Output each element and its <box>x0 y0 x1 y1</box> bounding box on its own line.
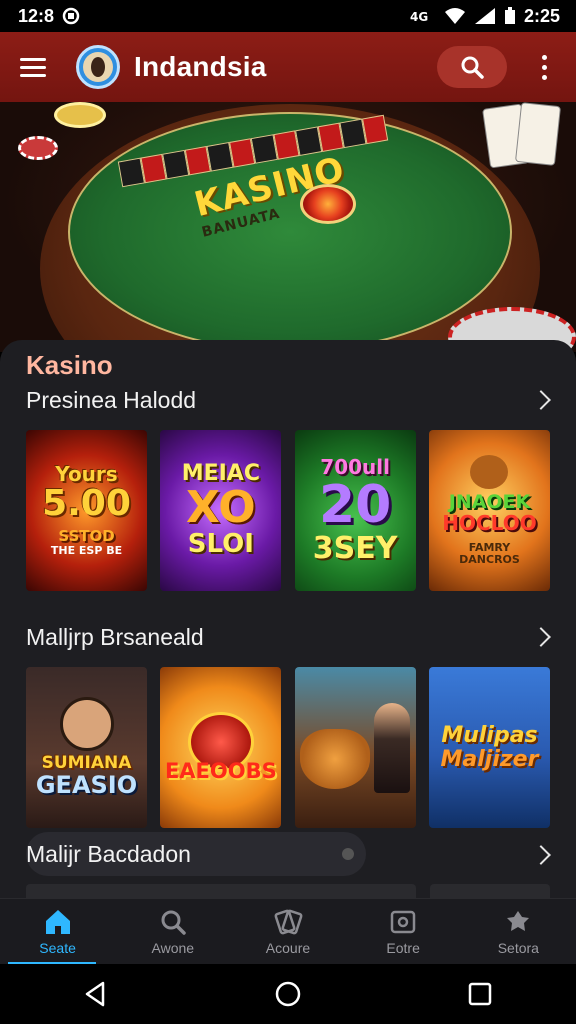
playing-cards-image <box>478 102 576 182</box>
recents-icon[interactable] <box>465 979 495 1009</box>
nav-item-home[interactable]: Seate <box>7 899 108 965</box>
network-icon: 4G <box>410 8 436 24</box>
home-circle-icon[interactable] <box>273 979 303 1009</box>
game-row-3-preview[interactable] <box>430 884 550 898</box>
system-nav-bar <box>0 964 576 1024</box>
game-tile[interactable]: MEIAC XO SLOI <box>160 430 282 591</box>
more-options-icon[interactable] <box>532 50 556 84</box>
game-tile[interactable]: EAEOOBS <box>160 667 282 828</box>
nav-item-games[interactable]: Acoure <box>238 899 338 965</box>
indicator-dot <box>342 848 354 860</box>
settings-icon <box>507 910 530 931</box>
game-row-2: SUMIANA GEASIO EAEOOBS Mulipas Maljizer <box>26 667 550 828</box>
hostess-image <box>374 702 411 793</box>
row-title: Malijr Bacdadon <box>26 840 191 867</box>
row-title: Presinea Halodd <box>26 386 197 413</box>
status-battery-time: 2:25 <box>523 5 560 26</box>
chevron-right-icon[interactable] <box>531 627 551 647</box>
chevron-right-icon[interactable] <box>531 845 551 865</box>
game-tile[interactable]: Mulipas Maljizer <box>428 667 550 828</box>
svg-text:4G: 4G <box>410 10 428 24</box>
status-time: 12:8 <box>18 5 55 26</box>
signal-icon <box>474 7 496 25</box>
chip-icon <box>300 184 356 224</box>
battery-icon <box>504 7 516 25</box>
search-button[interactable] <box>437 46 507 88</box>
game-tile[interactable] <box>294 667 416 828</box>
row-header-1[interactable]: Presinea Halodd <box>26 383 556 417</box>
cards-icon <box>274 909 303 934</box>
game-tile[interactable]: SUMIANA GEASIO <box>26 667 147 828</box>
game-tile[interactable]: 700ull 20 3SEY <box>294 430 416 591</box>
search-icon <box>161 910 186 935</box>
row-header-2[interactable]: Malljrp Brsaneald <box>26 620 556 654</box>
game-tile[interactable]: JNAOEK HOCLOO FAMRY DANCROS <box>428 430 550 591</box>
red-chip-image <box>18 136 58 160</box>
search-icon <box>461 56 484 79</box>
nav-item-wallet[interactable]: Eotre <box>353 899 453 965</box>
menu-icon[interactable] <box>20 47 60 87</box>
dealer-portrait <box>59 696 114 751</box>
game-row-3-preview[interactable] <box>26 884 416 898</box>
chevron-right-icon[interactable] <box>531 390 551 410</box>
notification-icon <box>62 7 80 25</box>
fox-icon <box>470 455 509 490</box>
row-header-3[interactable]: Malijr Bacdadon <box>26 832 366 876</box>
home-icon <box>45 909 70 934</box>
content-panel: Kasino Presinea Halodd Yours 5.00 SSTOD … <box>0 340 576 900</box>
nav-item-search[interactable]: Awone <box>123 899 223 965</box>
gold-chip-image <box>54 102 106 128</box>
bottom-nav: Seate Awone Acoure Eotre Setora <box>0 898 576 965</box>
section-title: Kasino <box>26 350 113 380</box>
game-tile[interactable]: Yours 5.00 SSTOD THE ESP BE <box>26 430 147 591</box>
wifi-icon <box>444 7 466 25</box>
row-title: Malljrp Brsaneald <box>26 623 204 650</box>
status-bar: 12:8 4G 2:25 <box>0 0 576 32</box>
app-title: Indandsia <box>134 51 267 82</box>
lion-image <box>300 728 371 789</box>
app-logo <box>76 45 120 89</box>
game-row-1: Yours 5.00 SSTOD THE ESP BE MEIAC XO SLO… <box>26 430 550 591</box>
app-bar: Indandsia <box>0 32 576 102</box>
nav-item-settings[interactable]: Setora <box>468 899 568 965</box>
hero-banner[interactable]: KASINO BANUATA <box>0 102 576 352</box>
back-icon[interactable] <box>81 979 111 1009</box>
wallet-icon <box>390 910 416 933</box>
